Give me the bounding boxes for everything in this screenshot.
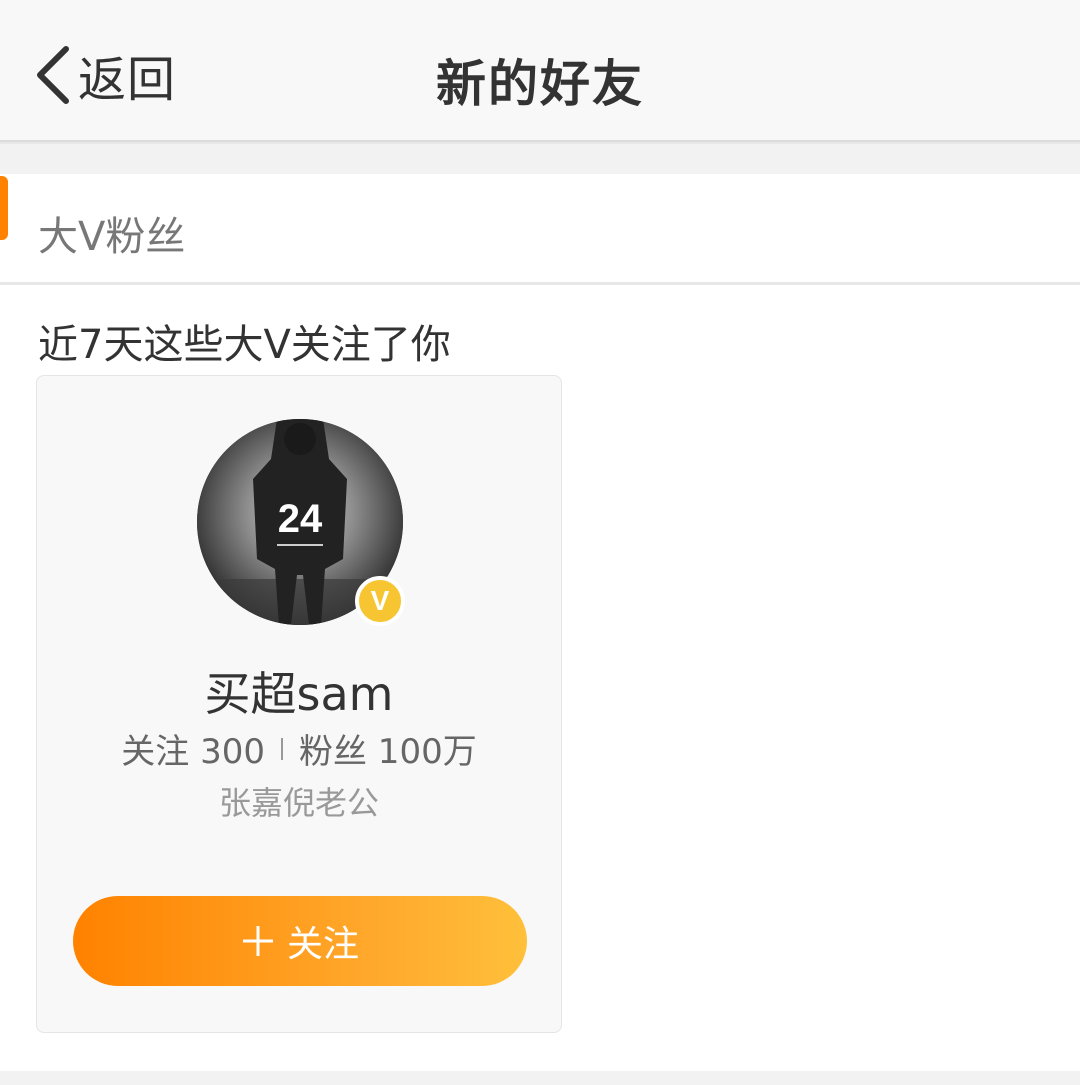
stat-divider: [281, 737, 283, 760]
jersey-number: 24: [278, 497, 323, 541]
separator-band: [0, 142, 1080, 176]
followers-count: 粉丝 100万: [299, 732, 477, 772]
user-card[interactable]: 24 V 买超sam 关注 300 粉丝 100万 张嘉倪老公 关注: [36, 375, 562, 1033]
page-title: 新的好友: [436, 55, 644, 113]
user-stats: 关注 300 粉丝 100万: [37, 724, 561, 773]
section-subtitle: 近7天这些大V关注了你: [38, 322, 451, 368]
user-name[interactable]: 买超sam: [37, 658, 561, 724]
section-header: 大V粉丝: [0, 174, 1080, 285]
verified-badge-icon: V: [355, 576, 405, 626]
following-count: 关注 300: [121, 732, 265, 772]
follow-button-label: 关注: [286, 924, 359, 965]
nav-bar: 返回 新的好友: [0, 0, 1080, 142]
user-description: 张嘉倪老公: [218, 784, 379, 822]
section-accent-marker: [0, 176, 8, 240]
section-title: 大V粉丝: [38, 214, 186, 260]
plus-icon: [242, 926, 273, 956]
bottom-separator: [0, 1071, 1080, 1085]
follow-button[interactable]: 关注: [73, 896, 527, 986]
